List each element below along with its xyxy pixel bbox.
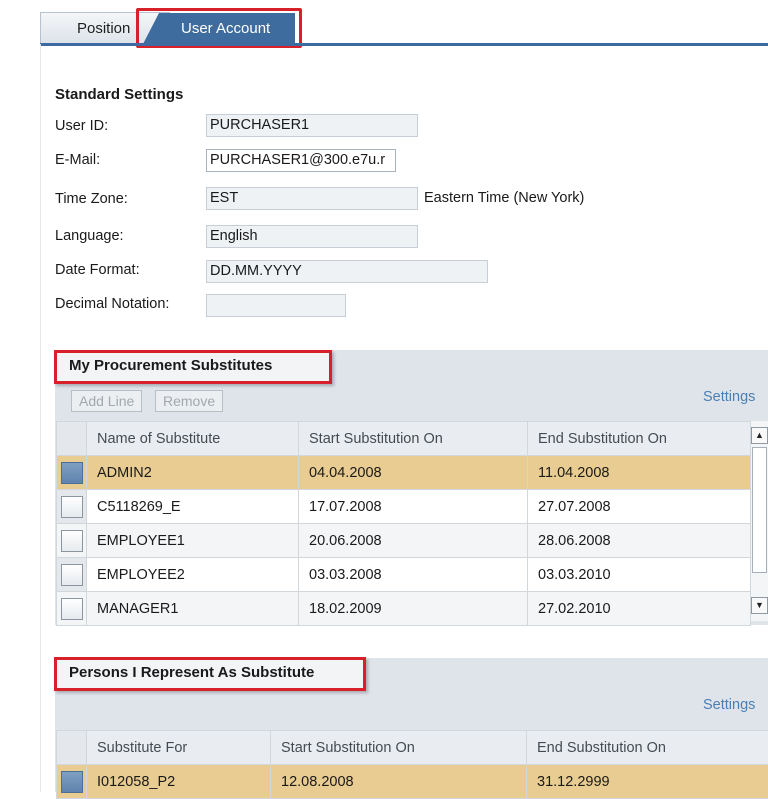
time-zone-field[interactable]: EST xyxy=(206,187,418,210)
cell-end: 27.02.2010 xyxy=(528,592,751,626)
cell-name: EMPLOYEE2 xyxy=(87,558,299,592)
cell-start: 17.07.2008 xyxy=(299,490,528,524)
table-row[interactable]: MANAGER1 18.02.2009 27.02.2010 xyxy=(57,592,751,626)
table-row[interactable]: EMPLOYEE2 03.03.2008 03.03.2010 xyxy=(57,558,751,592)
standard-settings-heading: Standard Settings xyxy=(55,86,183,103)
date-format-field[interactable]: DD.MM.YYYY xyxy=(206,260,488,283)
column-header-substitute-for[interactable]: Substitute For xyxy=(87,731,271,765)
cell-start: 04.04.2008 xyxy=(299,456,528,490)
table-row[interactable]: ADMIN2 04.04.2008 11.04.2008 xyxy=(57,456,751,490)
tab-underline xyxy=(40,43,768,46)
tab-bar: Position User Account xyxy=(0,0,768,48)
row-selector[interactable] xyxy=(57,558,87,592)
cell-start: 20.06.2008 xyxy=(299,524,528,558)
time-zone-label: Time Zone: xyxy=(55,191,128,207)
language-label: Language: xyxy=(55,228,124,244)
cell-start: 18.02.2009 xyxy=(299,592,528,626)
scroll-down-icon[interactable]: ▼ xyxy=(751,597,768,614)
decimal-notation-field[interactable] xyxy=(206,294,346,317)
language-field[interactable]: English xyxy=(206,225,418,248)
column-header-start[interactable]: Start Substitution On xyxy=(271,731,527,765)
user-id-field[interactable]: PURCHASER1 xyxy=(206,114,418,137)
column-header-end[interactable]: End Substitution On xyxy=(527,731,768,765)
represent-settings-link[interactable]: Settings xyxy=(703,697,755,713)
cell-end: 28.06.2008 xyxy=(528,524,751,558)
tab-position-label: Position xyxy=(77,20,130,37)
procurement-settings-link[interactable]: Settings xyxy=(703,389,755,405)
row-selector[interactable] xyxy=(57,765,87,799)
row-selector[interactable] xyxy=(57,592,87,626)
cell-end: 31.12.2999 xyxy=(527,765,768,799)
scroll-thumb[interactable] xyxy=(752,447,767,573)
procurement-substitutes-table: Name of Substitute Start Substitution On… xyxy=(56,421,751,626)
select-all-cell[interactable] xyxy=(57,731,87,765)
table-scrollbar[interactable]: ▲ ▼ xyxy=(750,421,768,621)
cell-name: MANAGER1 xyxy=(87,592,299,626)
email-field[interactable]: PURCHASER1@300.e7u.r xyxy=(206,149,396,172)
cell-start: 12.08.2008 xyxy=(271,765,527,799)
tab-highlight-box xyxy=(136,8,302,48)
cell-name: EMPLOYEE1 xyxy=(87,524,299,558)
table-header-row: Substitute For Start Substitution On End… xyxy=(57,731,768,765)
represent-substitute-table: Substitute For Start Substitution On End… xyxy=(56,730,768,799)
decimal-notation-label: Decimal Notation: xyxy=(55,296,169,312)
remove-button[interactable]: Remove xyxy=(155,390,223,412)
content-left-border xyxy=(40,44,41,792)
cell-name: C5118269_E xyxy=(87,490,299,524)
cell-name: I012058_P2 xyxy=(87,765,271,799)
cell-name: ADMIN2 xyxy=(87,456,299,490)
table-row[interactable]: I012058_P2 12.08.2008 31.12.2999 xyxy=(57,765,768,799)
date-format-label: Date Format: xyxy=(55,262,140,278)
table-row[interactable]: EMPLOYEE1 20.06.2008 28.06.2008 xyxy=(57,524,751,558)
column-header-end[interactable]: End Substitution On xyxy=(528,422,751,456)
procurement-substitutes-title: My Procurement Substitutes xyxy=(54,350,332,384)
time-zone-description: Eastern Time (New York) xyxy=(424,190,584,206)
select-all-cell[interactable] xyxy=(57,422,87,456)
column-header-name[interactable]: Name of Substitute xyxy=(87,422,299,456)
table-row[interactable]: C5118269_E 17.07.2008 27.07.2008 xyxy=(57,490,751,524)
user-id-label: User ID: xyxy=(55,118,108,134)
add-line-button[interactable]: Add Line xyxy=(71,390,142,412)
represent-substitute-title: Persons I Represent As Substitute xyxy=(54,657,366,691)
row-selector[interactable] xyxy=(57,490,87,524)
row-selector[interactable] xyxy=(57,456,87,490)
email-label: E-Mail: xyxy=(55,152,100,168)
cell-end: 27.07.2008 xyxy=(528,490,751,524)
cell-end: 11.04.2008 xyxy=(528,456,751,490)
column-header-start[interactable]: Start Substitution On xyxy=(299,422,528,456)
cell-end: 03.03.2010 xyxy=(528,558,751,592)
table-header-row: Name of Substitute Start Substitution On… xyxy=(57,422,751,456)
row-selector[interactable] xyxy=(57,524,87,558)
scroll-up-icon[interactable]: ▲ xyxy=(751,427,768,444)
cell-start: 03.03.2008 xyxy=(299,558,528,592)
